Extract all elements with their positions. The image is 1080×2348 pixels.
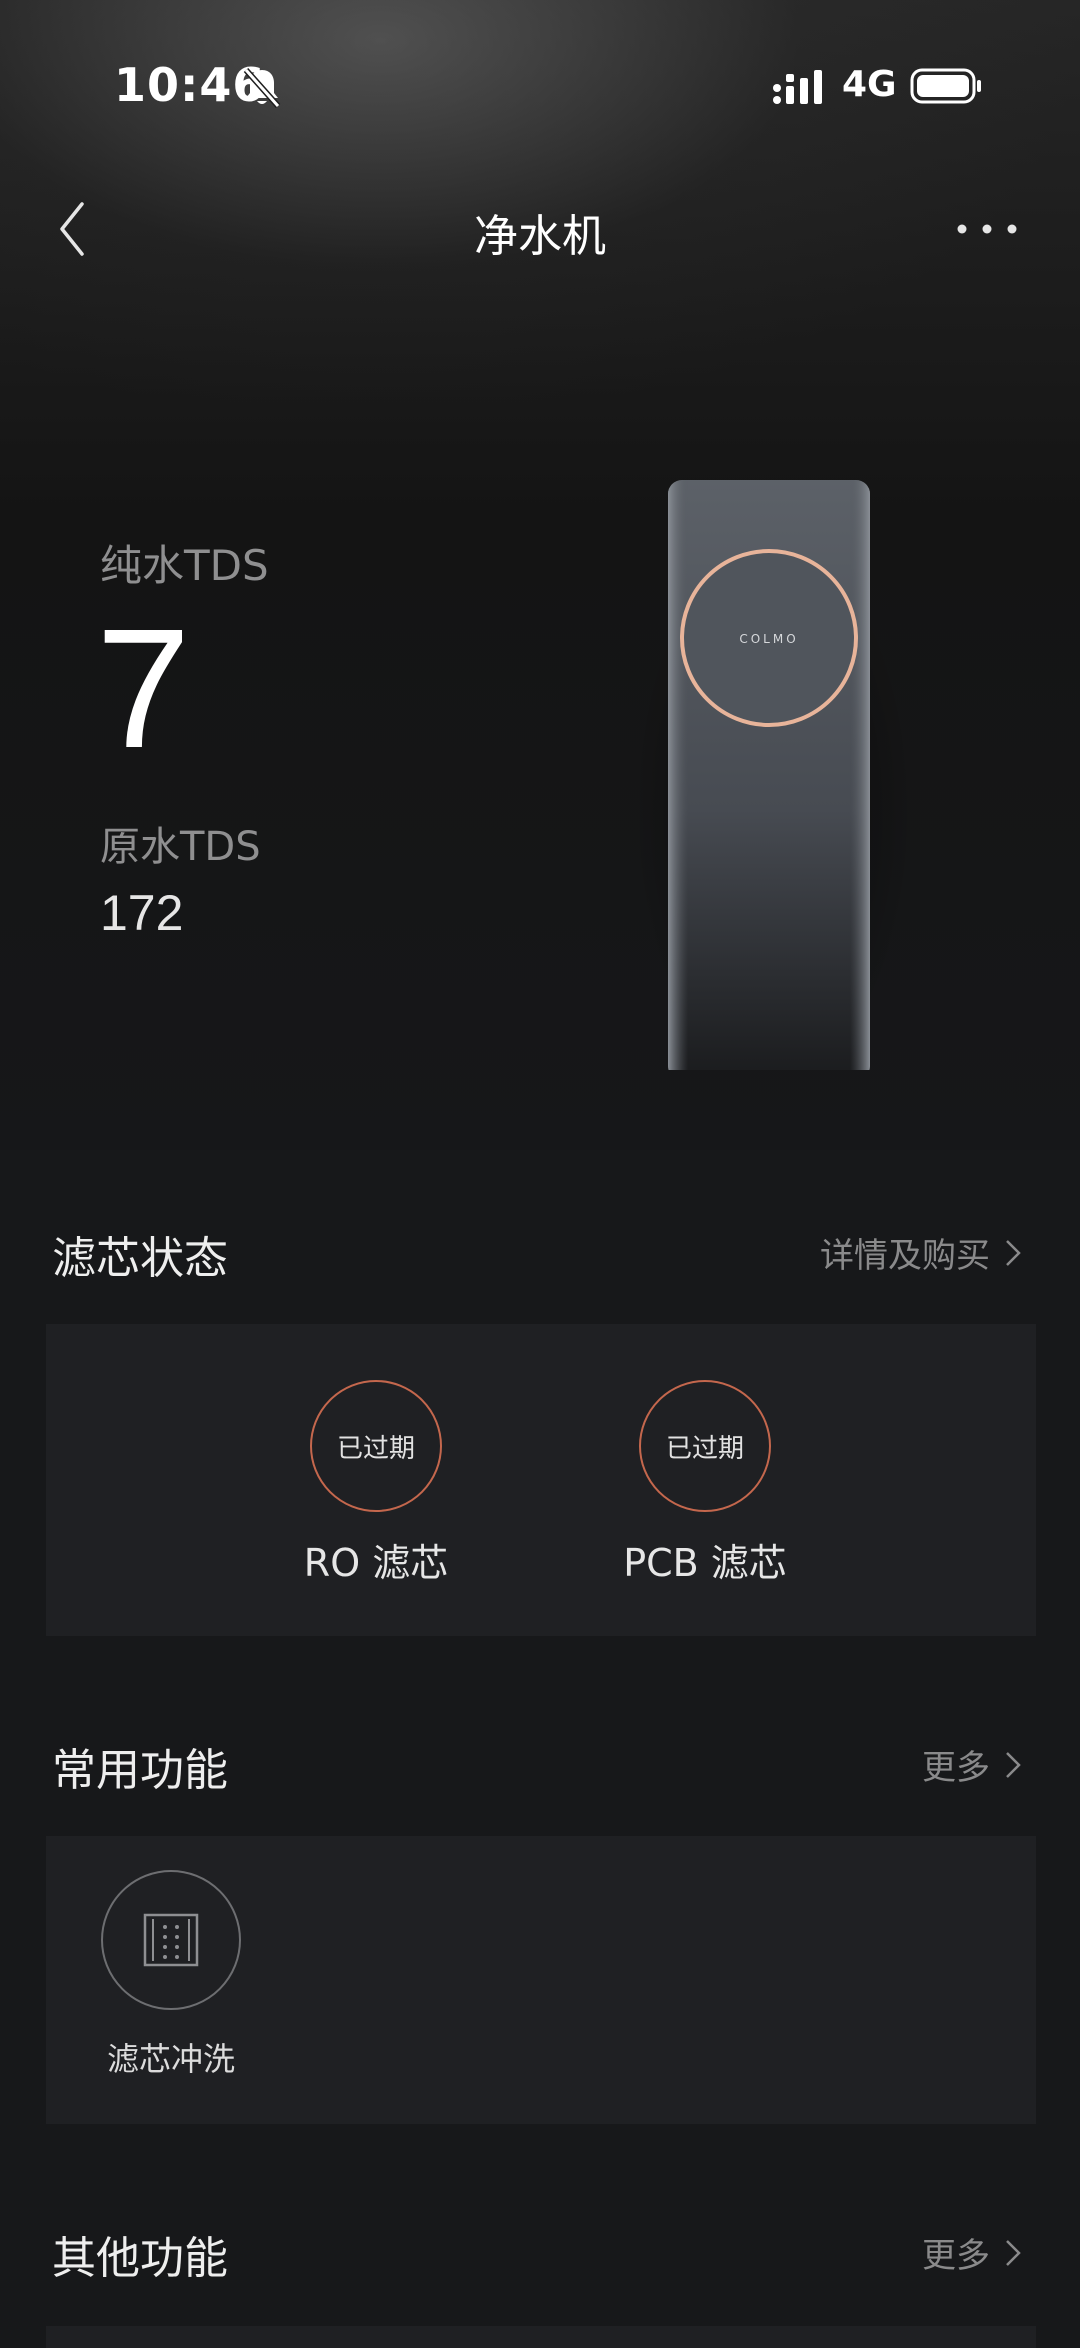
filter-details-label: 详情及购买 bbox=[820, 1236, 990, 1276]
filter-status-badge: 已过期 bbox=[639, 1380, 771, 1512]
pure-tds-label: 纯水TDS bbox=[100, 541, 269, 590]
common-more-link[interactable]: 更多 bbox=[922, 1740, 1022, 1789]
other-more-link[interactable]: 更多 bbox=[922, 2228, 1022, 2277]
filter-flush-icon bbox=[101, 1870, 241, 2010]
water-purifier-image: COLMO bbox=[640, 480, 913, 1070]
other-section-title: 其他功能 bbox=[52, 2233, 228, 2284]
battery-icon bbox=[910, 68, 981, 104]
filter-flush-label: 滤芯冲洗 bbox=[106, 2040, 235, 2078]
other-more-label: 更多 bbox=[922, 2236, 990, 2276]
filter-status-panel: 已过期 RO 滤芯 已过期 PCB 滤芯 bbox=[46, 1324, 1036, 1636]
network-type: 4G bbox=[842, 64, 897, 105]
device-brand-logo: COLMO bbox=[739, 632, 798, 646]
chevron-right-icon bbox=[1006, 1239, 1021, 1266]
other-functions-panel bbox=[46, 2326, 1036, 2348]
filter-flush-button[interactable]: 滤芯冲洗 bbox=[96, 1870, 246, 2080]
filter-status-badge: 已过期 bbox=[310, 1380, 442, 1512]
common-section-title: 常用功能 bbox=[52, 1745, 228, 1796]
more-dots-icon[interactable] bbox=[954, 214, 1020, 244]
raw-tds-value: 172 bbox=[100, 885, 184, 941]
bell-off-icon bbox=[243, 68, 281, 108]
filter-section-title: 滤芯状态 bbox=[52, 1233, 228, 1284]
filter-details-link[interactable]: 详情及购买 bbox=[820, 1228, 1022, 1277]
pure-tds-value: 7 bbox=[96, 594, 191, 784]
filter-item-pcb[interactable]: 已过期 PCB 滤芯 bbox=[605, 1380, 805, 1587]
status-bar: 10:46 4G bbox=[0, 0, 1080, 180]
chevron-right-icon bbox=[1006, 1751, 1021, 1778]
filter-item-ro[interactable]: 已过期 RO 滤芯 bbox=[276, 1380, 476, 1587]
signal-icon bbox=[773, 70, 822, 104]
filter-name: RO 滤芯 bbox=[303, 1541, 449, 1585]
chevron-right-icon bbox=[1006, 2239, 1021, 2266]
raw-tds-label: 原水TDS bbox=[100, 824, 261, 870]
page-title: 净水机 bbox=[474, 211, 606, 262]
common-more-label: 更多 bbox=[922, 1748, 990, 1788]
filter-name: PCB 滤芯 bbox=[623, 1541, 787, 1585]
